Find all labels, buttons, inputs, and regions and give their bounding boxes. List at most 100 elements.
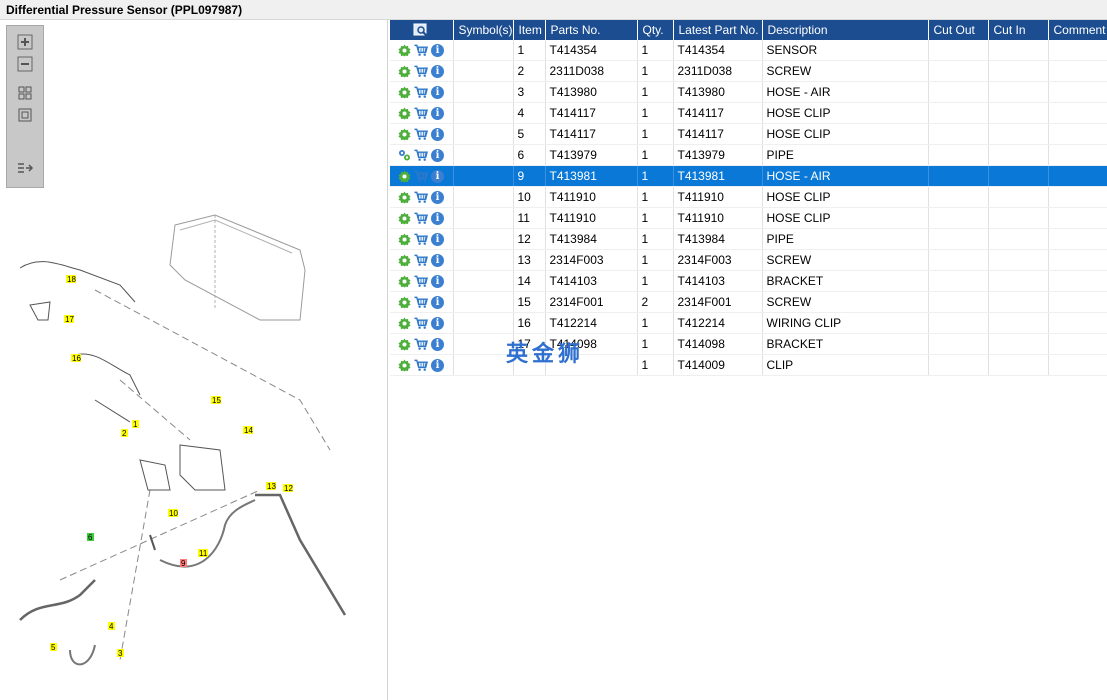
table-row[interactable]: i 14 T414103 1 T414103 BRACKET [390,270,1107,292]
qty-cell: 1 [637,40,674,61]
table-row[interactable]: i 9 T413981 1 T413981 HOSE - AIR [390,165,1107,187]
gear-icon[interactable] [397,337,411,351]
add-to-cart-icon[interactable] [414,43,428,57]
cut-in-cell [988,102,1049,124]
info-icon[interactable]: i [431,358,444,372]
gear-icon[interactable] [397,316,411,330]
info-icon[interactable]: i [431,253,444,267]
gear-icon[interactable] [397,211,411,225]
gear-icon[interactable] [397,43,411,57]
column-header-parts-no[interactable]: Parts No. [545,20,638,40]
parts-no-cell: T413984 [545,228,638,250]
info-icon[interactable]: i [431,211,444,225]
info-icon[interactable]: i [431,190,444,204]
table-row[interactable]: i 5 T414117 1 T414117 HOSE CLIP [390,123,1107,145]
table-row[interactable]: i 16 T412214 1 T412214 WIRING CLIP [390,312,1107,334]
row-actions-cell: i [390,165,454,187]
column-header-latest-part-no[interactable]: Latest Part No. [673,20,763,40]
table-row[interactable]: i 6 T413979 1 T413979 PIPE [390,144,1107,166]
info-icon[interactable]: i [431,106,444,120]
add-to-cart-icon[interactable] [414,106,428,120]
comment-cell [1048,270,1107,292]
info-icon[interactable]: i [431,169,444,183]
latest-part-no-cell: T414117 [673,102,763,124]
gear-icon[interactable] [397,169,411,183]
table-header-row: Symbol(s) Item Parts No. Qty. Latest Par… [390,20,1107,40]
gear-icon[interactable] [397,232,411,246]
column-header-symbols[interactable]: Symbol(s) [453,20,514,40]
gear-icon[interactable] [397,295,411,309]
add-to-cart-icon[interactable] [414,358,428,372]
gear-icon[interactable] [397,64,411,78]
info-icon[interactable]: i [431,337,444,351]
add-to-cart-icon[interactable] [414,232,428,246]
add-to-cart-icon[interactable] [414,64,428,78]
table-row[interactable]: i 10 T411910 1 T411910 HOSE CLIP [390,186,1107,208]
add-to-cart-icon[interactable] [414,85,428,99]
fit-window-icon[interactable] [15,106,35,124]
info-icon[interactable]: i [431,316,444,330]
info-icon[interactable]: i [431,232,444,246]
add-to-cart-icon[interactable] [414,190,428,204]
info-icon[interactable]: i [431,274,444,288]
gear-icon[interactable] [397,85,411,99]
table-row[interactable]: i 1 T414009 CLIP [390,354,1107,376]
column-header-comment[interactable]: Comment [1048,20,1107,40]
zoom-out-icon[interactable] [15,55,35,73]
gear-icon[interactable] [397,106,411,120]
table-row[interactable]: i 3 T413980 1 T413980 HOSE - AIR [390,81,1107,103]
gear-icon[interactable] [397,358,411,372]
fit-all-icon[interactable] [15,84,35,102]
column-header-item[interactable]: Item [513,20,546,40]
symbols-cell [453,144,514,166]
table-row[interactable]: i 11 T411910 1 T411910 HOSE CLIP [390,207,1107,229]
add-to-cart-icon[interactable] [414,337,428,351]
info-icon[interactable]: i [431,85,444,99]
info-icon[interactable]: i [431,148,444,162]
table-row[interactable]: i 1 T414354 1 T414354 SENSOR [390,40,1107,61]
table-row[interactable]: i 4 T414117 1 T414117 HOSE CLIP [390,102,1107,124]
latest-part-no-cell: 2314F003 [673,249,763,271]
info-icon[interactable]: i [431,43,444,57]
gear-icon[interactable] [397,190,411,204]
column-header-search[interactable] [390,20,454,40]
add-to-cart-icon[interactable] [414,169,428,183]
gear-icon[interactable] [397,253,411,267]
table-row[interactable]: i 13 2314F003 1 2314F003 SCREW [390,249,1107,271]
add-to-cart-icon[interactable] [414,253,428,267]
table-row[interactable]: i 15 2314F001 2 2314F001 SCREW [390,291,1107,313]
info-icon[interactable]: i [431,127,444,141]
column-header-cut-in[interactable]: Cut In [988,20,1049,40]
table-row[interactable]: i 12 T413984 1 T413984 PIPE [390,228,1107,250]
table-row[interactable]: i 2 2311D038 1 2311D038 SCREW [390,60,1107,82]
column-header-description[interactable]: Description [762,20,929,40]
zoom-in-icon[interactable] [15,33,35,51]
add-to-cart-icon[interactable] [414,127,428,141]
info-icon[interactable]: i [431,295,444,309]
cut-out-cell [928,60,989,82]
item-cell: 2 [513,60,546,82]
description-cell: PIPE [762,228,929,250]
cut-in-cell [988,81,1049,103]
column-header-cut-out[interactable]: Cut Out [928,20,989,40]
gear-icon[interactable] [397,274,411,288]
diagram-pane[interactable]: 18 17 16 15 14 2 1 13 12 10 6 11 9 4 5 3 [0,20,388,700]
cut-out-cell [928,207,989,229]
add-to-cart-icon[interactable] [414,295,428,309]
add-to-cart-icon[interactable] [414,211,428,225]
add-to-cart-icon[interactable] [414,316,428,330]
column-header-qty[interactable]: Qty. [637,20,674,40]
table-row[interactable]: i 17 T414098 1 T414098 BRACKET [390,333,1107,355]
info-icon[interactable]: i [431,64,444,78]
add-to-cart-icon[interactable] [414,274,428,288]
qty-cell: 1 [637,354,674,376]
exploded-diagram[interactable]: 18 17 16 15 14 2 1 13 12 10 6 11 9 4 5 3 [0,20,388,700]
add-to-cart-icon[interactable] [414,148,428,162]
symbols-cell [453,291,514,313]
gears-icon[interactable] [397,148,411,162]
row-actions-cell: i [390,354,454,376]
toggle-list-icon[interactable] [15,160,35,178]
row-actions-cell: i [390,249,454,271]
gear-icon[interactable] [397,127,411,141]
cut-out-cell [928,165,989,187]
